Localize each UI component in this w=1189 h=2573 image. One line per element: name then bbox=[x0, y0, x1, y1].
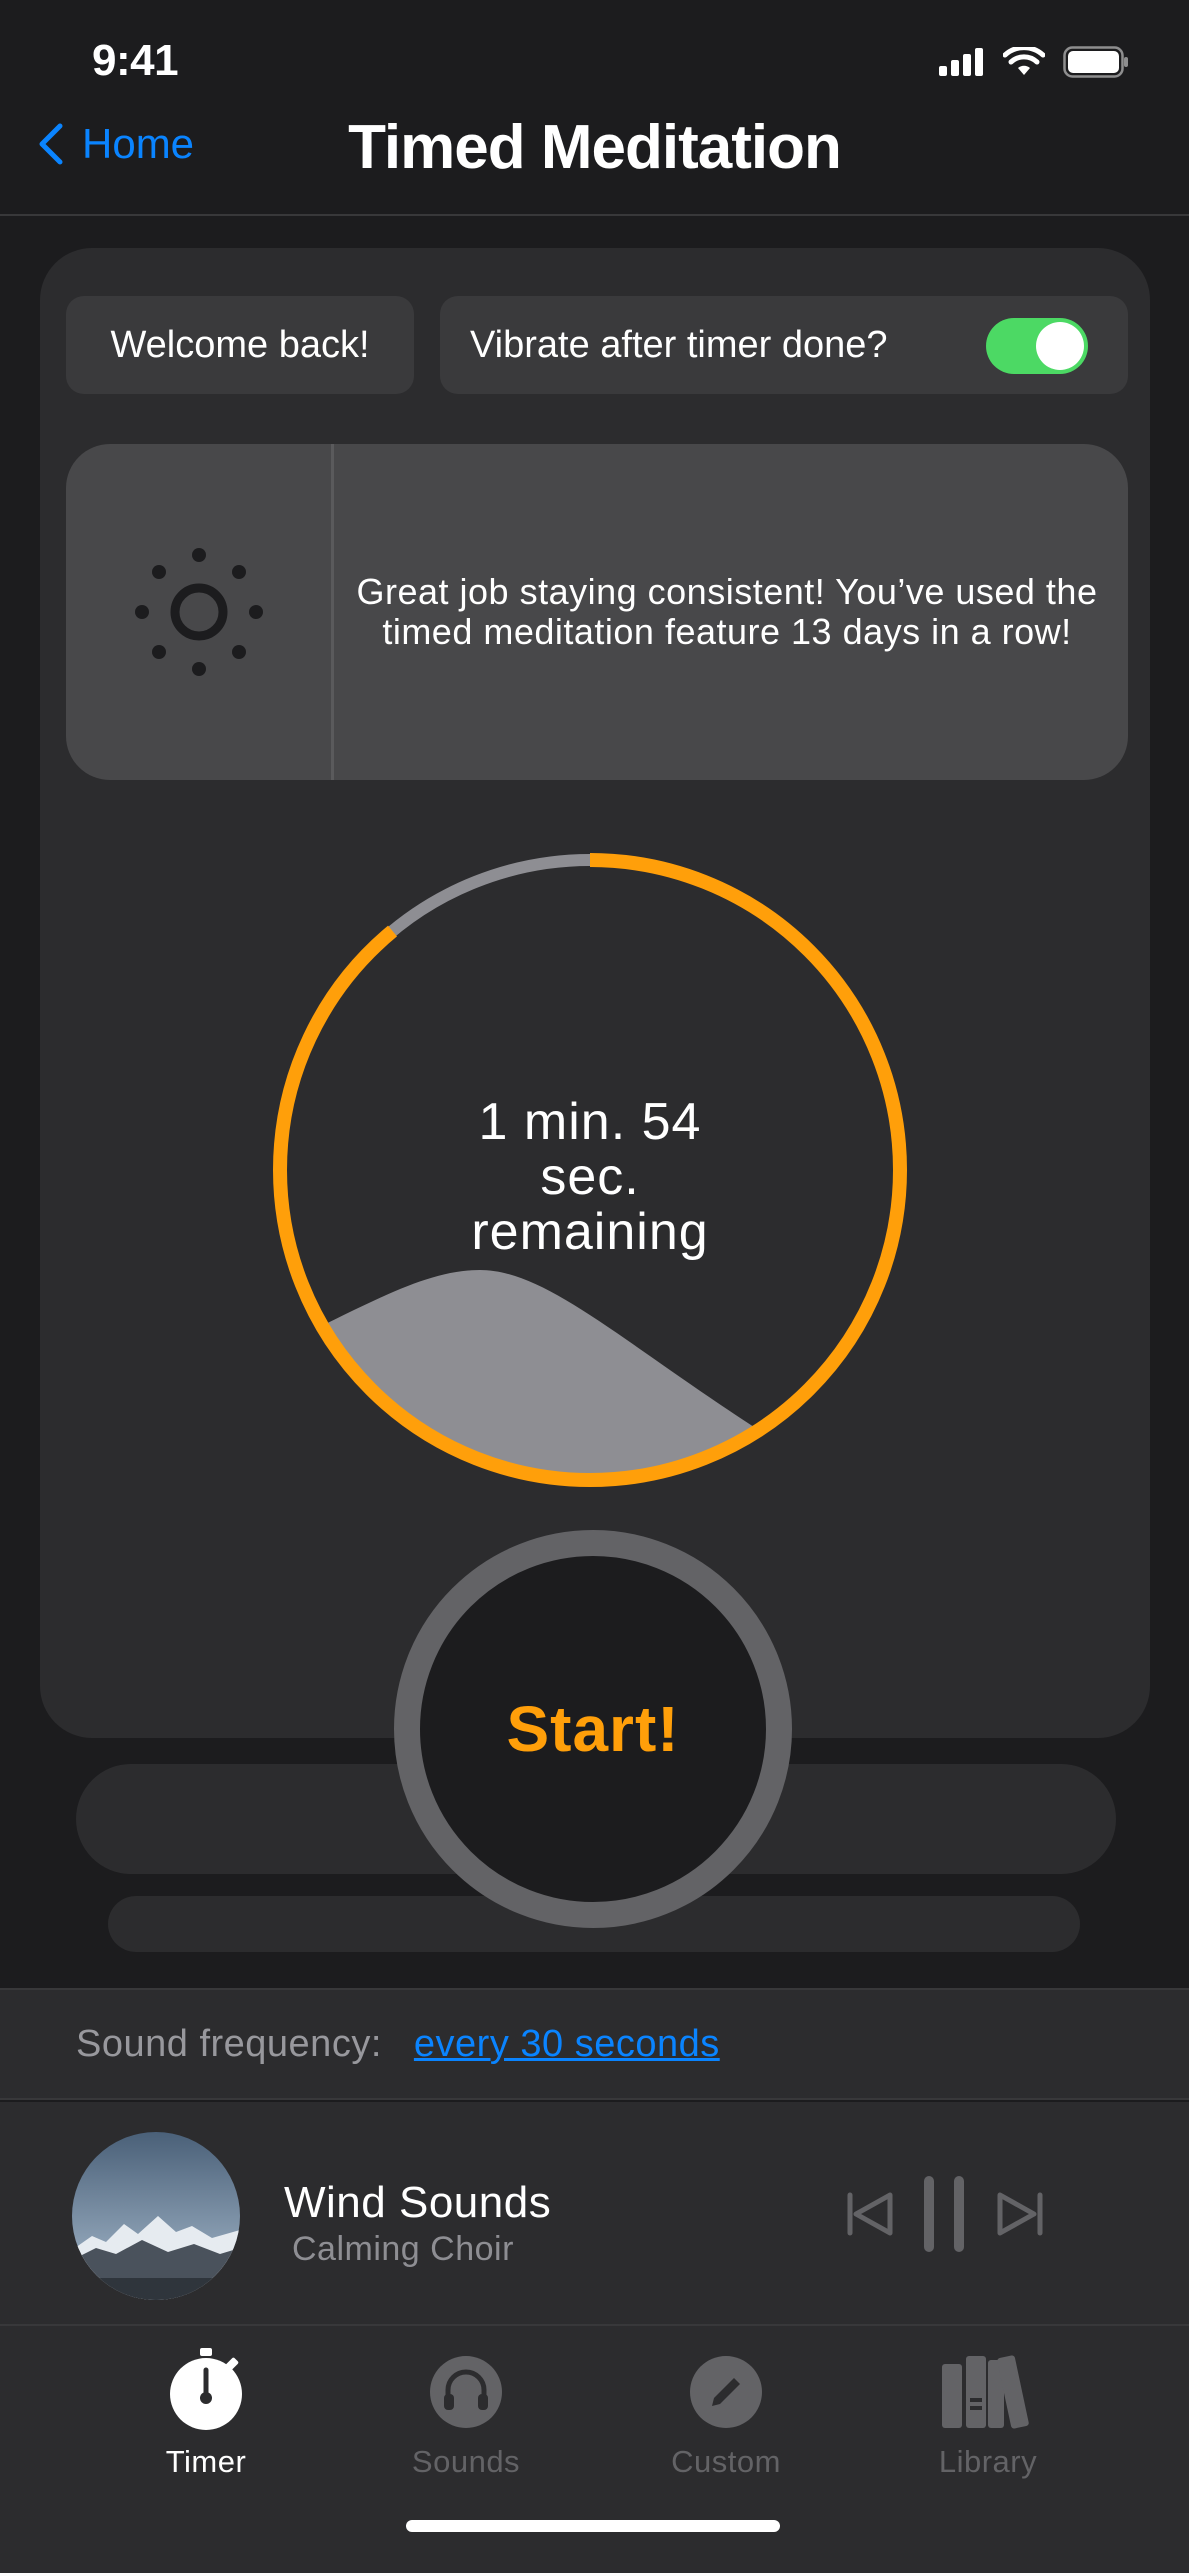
album-art bbox=[72, 2132, 240, 2300]
time-remaining-line-1: 1 min. 54 bbox=[478, 1093, 702, 1151]
tab-bar: Timer Sounds Custom Library bbox=[0, 2326, 1189, 2573]
tab-sounds[interactable]: Sounds bbox=[366, 2348, 566, 2480]
status-time: 9:41 bbox=[92, 36, 179, 85]
now-playing-bar[interactable]: Wind Sounds Calming Choir bbox=[0, 2102, 1189, 2326]
tab-sounds-label: Sounds bbox=[411, 2444, 521, 2479]
playback-controls bbox=[844, 2174, 1046, 2254]
track-title: Wind Sounds bbox=[284, 2178, 552, 2227]
tab-custom-label: Custom bbox=[671, 2444, 781, 2479]
start-label: Start! bbox=[506, 1693, 680, 1765]
streak-message: Great job staying consistent! You’ve use… bbox=[356, 571, 1098, 652]
time-remaining-line-3: remaining bbox=[471, 1203, 709, 1261]
welcome-text: Welcome back! bbox=[110, 323, 370, 366]
vibrate-toggle[interactable] bbox=[986, 318, 1088, 374]
wifi-icon bbox=[1003, 47, 1045, 75]
pause-icon bbox=[924, 2176, 964, 2252]
sound-frequency-label: Sound frequency: bbox=[76, 2022, 382, 2065]
pause-button[interactable] bbox=[920, 2174, 970, 2254]
home-indicator bbox=[406, 2520, 780, 2532]
start-button[interactable]: Start! bbox=[394, 1530, 792, 1928]
sound-frequency-row: Sound frequency: every 30 seconds bbox=[0, 1988, 1189, 2100]
cellular-signal-icon bbox=[939, 48, 983, 76]
streak-card: Great job staying consistent! You’ve use… bbox=[66, 444, 1128, 780]
vibrate-setting: Vibrate after timer done? bbox=[440, 296, 1128, 394]
track-artist: Calming Choir bbox=[292, 2230, 514, 2268]
next-track-button[interactable] bbox=[992, 2187, 1046, 2241]
status-icons bbox=[939, 46, 1129, 78]
sound-frequency-link[interactable]: every 30 seconds bbox=[414, 2023, 720, 2066]
welcome-badge: Welcome back! bbox=[66, 296, 414, 394]
time-remaining-line-2: sec. bbox=[540, 1148, 640, 1206]
toggle-knob bbox=[1036, 322, 1084, 370]
tab-timer[interactable]: Timer bbox=[106, 2348, 306, 2480]
tab-library[interactable]: Library bbox=[888, 2348, 1088, 2480]
pencil-icon bbox=[690, 2356, 762, 2428]
tab-library-label: Library bbox=[938, 2444, 1038, 2479]
navigation-bar: Home Timed Meditation bbox=[0, 100, 1189, 216]
time-remaining: 1 min. 54 sec. remaining bbox=[370, 1095, 810, 1260]
headphones-icon bbox=[430, 2356, 502, 2428]
skip-forward-icon bbox=[997, 2192, 1043, 2236]
tab-timer-label: Timer bbox=[165, 2444, 247, 2479]
page-title: Timed Meditation bbox=[348, 113, 842, 182]
tab-custom[interactable]: Custom bbox=[626, 2348, 826, 2480]
books-icon bbox=[942, 2355, 1029, 2429]
skip-back-icon bbox=[847, 2192, 893, 2236]
battery-icon bbox=[1063, 46, 1128, 78]
vibrate-label: Vibrate after timer done? bbox=[470, 323, 888, 366]
sun-icon bbox=[134, 548, 263, 676]
previous-track-button[interactable] bbox=[844, 2187, 898, 2241]
stopwatch-icon bbox=[170, 2348, 242, 2430]
streak-icon-cell bbox=[66, 444, 334, 780]
